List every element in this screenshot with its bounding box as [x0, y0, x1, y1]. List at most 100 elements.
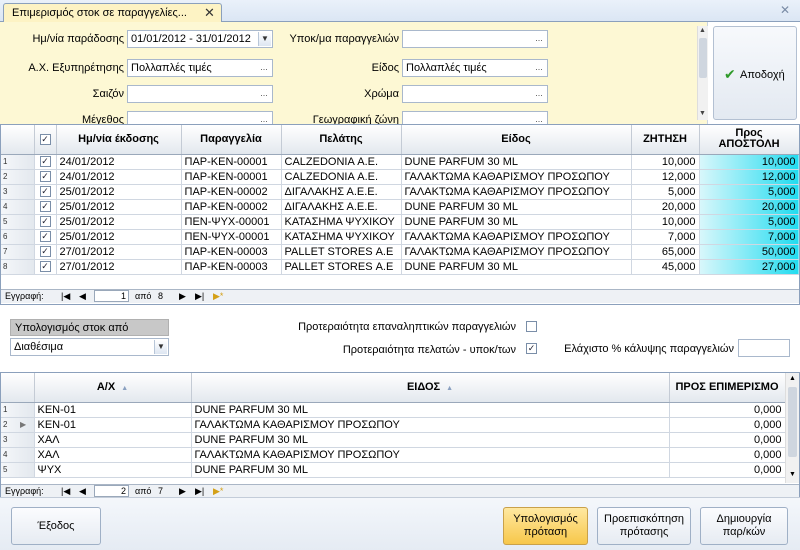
table-row[interactable]: 2 ✓ 24/01/2012 ΠΑΡ-ΚΕΝ-00001 CALZEDONIA Α.Ε.…	[1, 169, 799, 185]
cell-to-send[interactable]: 50,000	[699, 244, 799, 260]
next-record-icon[interactable]: ▶	[179, 291, 186, 302]
cell-to-allocate[interactable]: 0,000	[669, 462, 786, 478]
col-order[interactable]: Παραγγελία	[181, 125, 282, 155]
last-record-icon[interactable]: ▶|	[195, 486, 204, 497]
col-demand[interactable]: ΖΗΤΗΣΗ	[631, 125, 700, 155]
prev-record-icon[interactable]: ◀	[79, 486, 86, 497]
table-row[interactable]: 1 ΚΕΝ-01 DUNE PARFUM 30 ML 0,000	[1, 402, 786, 418]
table-row[interactable]: 3 ✓ 25/01/2012 ΠΑΡ-ΚΕΝ-00002 ΔΙΓΑΛΑΚΗΣ Α.Ε.Ε…	[1, 184, 799, 200]
table-row[interactable]: 5 ΨΥΧ DUNE PARFUM 30 ML 0,000	[1, 462, 786, 478]
table-row[interactable]: 1 ✓ 24/01/2012 ΠΑΡ-ΚΕΝ-00001 CALZEDONIA Α.Ε.…	[1, 154, 799, 170]
cell-to-send[interactable]: 7,000	[699, 229, 799, 245]
tab-close-icon[interactable]: ✕	[204, 5, 215, 21]
new-record-icon[interactable]: ▶*	[213, 291, 223, 302]
min-coverage-input[interactable]	[738, 339, 790, 357]
col-to-send[interactable]: Προς ΑΠΟΣΤΟΛΗ	[699, 125, 799, 155]
first-record-icon[interactable]: |◀	[61, 291, 70, 302]
row-select-cell[interactable]: ✓	[34, 169, 57, 185]
row-select-cell[interactable]: ✓	[34, 184, 57, 200]
cell-to-send[interactable]: 10,000	[699, 154, 799, 170]
allocation-scrollbar[interactable]: ▲ ▼	[785, 373, 799, 483]
row-select-checkbox[interactable]: ✓	[39, 261, 51, 273]
filter-scrollbar[interactable]: ▲ ▼	[697, 26, 708, 120]
ellipsis-icon[interactable]: ...	[532, 32, 546, 46]
scroll-down-icon[interactable]: ▼	[699, 110, 706, 117]
size-field[interactable]: ...	[127, 111, 273, 124]
ellipsis-icon[interactable]: ...	[532, 87, 546, 101]
accept-button[interactable]: ✔ Αποδοχή	[713, 26, 797, 120]
color-field[interactable]: ...	[402, 85, 548, 103]
row-select-checkbox[interactable]: ✓	[39, 186, 51, 198]
col-issue-date[interactable]: Ημ/νία έκδοσης	[56, 125, 182, 155]
cell-to-allocate[interactable]: 0,000	[669, 417, 786, 433]
ellipsis-icon[interactable]: ...	[257, 61, 271, 75]
calc-stock-dropdown[interactable]: Διαθέσιμα ▼	[10, 338, 169, 356]
chevron-down-icon[interactable]: ▼	[258, 32, 271, 46]
first-record-icon[interactable]: |◀	[61, 486, 70, 497]
document-tab[interactable]: Επιμερισμός στοκ σε παραγγελίες... ✕	[3, 3, 222, 23]
cell-to-send[interactable]: 12,000	[699, 169, 799, 185]
chevron-down-icon[interactable]: ▼	[154, 340, 167, 354]
ellipsis-icon[interactable]: ...	[257, 87, 271, 101]
scroll-up-icon[interactable]: ▲	[789, 375, 796, 382]
col-customer[interactable]: Πελάτης	[281, 125, 402, 155]
record-number-input[interactable]: 1	[94, 290, 129, 302]
next-record-icon[interactable]: ▶	[179, 486, 186, 497]
ellipsis-icon[interactable]: ...	[532, 113, 546, 124]
preview-proposal-button[interactable]: Προεπισκόπηση πρότασης	[597, 507, 691, 545]
cell-to-send[interactable]: 27,000	[699, 259, 799, 275]
service-store-field[interactable]: Πολλαπλές τιμές ...	[127, 59, 273, 77]
prev-record-icon[interactable]: ◀	[79, 291, 86, 302]
row-select-checkbox[interactable]: ✓	[39, 246, 51, 258]
cell-to-send[interactable]: 5,000	[699, 214, 799, 230]
col-alloc-item[interactable]: ΕΙΔΟΣ ▲	[191, 373, 670, 403]
scroll-thumb[interactable]	[788, 387, 797, 457]
cell-to-send[interactable]: 20,000	[699, 199, 799, 215]
table-row[interactable]: 2 ▶ ΚΕΝ-01 ΓΑΛΑΚΤΩΜΑ ΚΑΘΑΡΙΣΜΟΥ ΠΡΟΣΩΠΟΥ 0,0…	[1, 417, 786, 433]
row-select-checkbox[interactable]: ✓	[39, 156, 51, 168]
row-select-checkbox[interactable]: ✓	[39, 171, 51, 183]
ellipsis-icon[interactable]: ...	[257, 113, 271, 124]
row-select-cell[interactable]: ✓	[34, 229, 57, 245]
cell-to-send[interactable]: 5,000	[699, 184, 799, 200]
col-to-allocate[interactable]: ΠΡΟΣ ΕΠΙΜΕΡΙΣΜΟ	[669, 373, 786, 403]
delivery-date-dropdown[interactable]: 01/01/2012 - 31/01/2012 ▼	[127, 30, 273, 48]
row-select-checkbox[interactable]: ✓	[39, 216, 51, 228]
exit-button[interactable]: Έξοδος	[11, 507, 101, 545]
cell-to-allocate[interactable]: 0,000	[669, 432, 786, 448]
cell-to-allocate[interactable]: 0,000	[669, 402, 786, 418]
window-close-icon[interactable]: ✕	[780, 3, 790, 17]
season-field[interactable]: ...	[127, 85, 273, 103]
checkbox-icon[interactable]: ✓	[39, 133, 51, 145]
calculate-proposal-button[interactable]: Υπολογισμός πρόταση	[503, 507, 588, 545]
record-number-input[interactable]: 2	[94, 485, 129, 497]
row-select-cell[interactable]: ✓	[34, 199, 57, 215]
row-select-checkbox[interactable]: ✓	[39, 231, 51, 243]
row-select-cell[interactable]: ✓	[34, 214, 57, 230]
scroll-down-icon[interactable]: ▼	[789, 471, 796, 478]
cell-to-allocate[interactable]: 0,000	[669, 447, 786, 463]
col-ax[interactable]: Α/Χ ▲	[34, 373, 192, 403]
item-field[interactable]: Πολλαπλές τιμές ...	[402, 59, 548, 77]
ellipsis-icon[interactable]: ...	[532, 61, 546, 75]
table-row[interactable]: 6 ✓ 25/01/2012 ΠΕΝ-ΨΥΧ-00001 ΚΑΤΑΣΗΜΑ ΨΥΧΙΚΟ…	[1, 229, 799, 245]
scroll-thumb[interactable]	[699, 38, 707, 78]
create-orders-button[interactable]: Δημιουργία παρ/κών	[700, 507, 788, 545]
geo-zone-field[interactable]: ...	[402, 111, 548, 124]
table-row[interactable]: 3 ΧΑΛ DUNE PARFUM 30 ML 0,000	[1, 432, 786, 448]
last-record-icon[interactable]: ▶|	[195, 291, 204, 302]
customer-priority-checkbox[interactable]: ✓	[526, 343, 537, 354]
table-row[interactable]: 4 ✓ 25/01/2012 ΠΑΡ-ΚΕΝ-00002 ΔΙΓΑΛΑΚΗΣ Α.Ε.Ε…	[1, 199, 799, 215]
row-select-checkbox[interactable]: ✓	[39, 201, 51, 213]
col-item[interactable]: Είδος	[401, 125, 632, 155]
new-record-icon[interactable]: ▶*	[213, 486, 223, 497]
table-row[interactable]: 8 ✓ 27/01/2012 ΠΑΡ-ΚΕΝ-00003 PALLET STORES Α…	[1, 259, 799, 275]
table-row[interactable]: 5 ✓ 25/01/2012 ΠΕΝ-ΨΥΧ-00001 ΚΑΤΑΣΗΜΑ ΨΥΧΙΚΟ…	[1, 214, 799, 230]
table-row[interactable]: 4 ΧΑΛ ΓΑΛΑΚΤΩΜΑ ΚΑΘΑΡΙΣΜΟΥ ΠΡΟΣΩΠΟΥ 0,000	[1, 447, 786, 463]
select-all-checkbox[interactable]: ✓	[34, 125, 57, 155]
table-row[interactable]: 7 ✓ 27/01/2012 ΠΑΡ-ΚΕΝ-00003 PALLET STORES Α…	[1, 244, 799, 260]
order-type-field[interactable]: ...	[402, 30, 548, 48]
row-select-cell[interactable]: ✓	[34, 154, 57, 170]
row-select-cell[interactable]: ✓	[34, 259, 57, 275]
repeat-priority-checkbox[interactable]	[526, 321, 537, 332]
